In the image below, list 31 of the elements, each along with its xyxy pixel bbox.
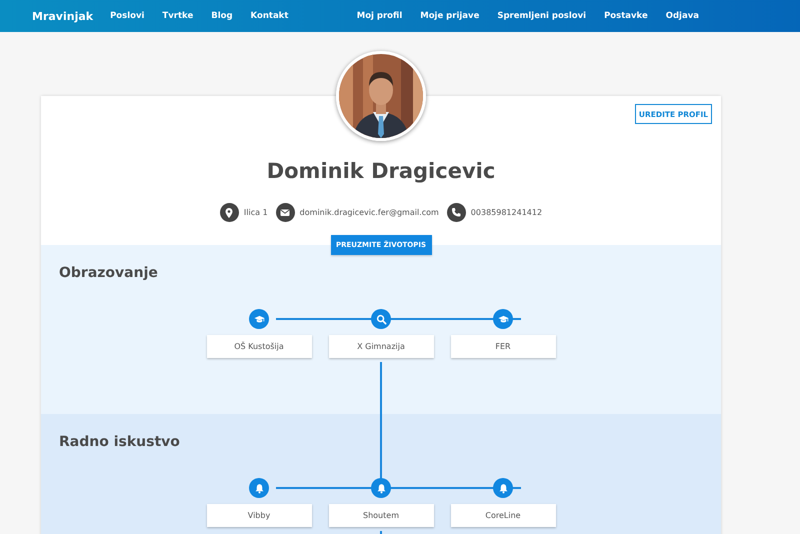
- graduation-cap-badge-icon: [493, 309, 513, 329]
- nav-link[interactable]: Tvrtke: [153, 11, 202, 21]
- nav-link[interactable]: Moj profil: [348, 11, 412, 21]
- brand-link[interactable]: Mravinjak: [32, 10, 94, 22]
- phone-icon: [446, 203, 466, 222]
- contact-text: 00385981241412: [470, 208, 542, 217]
- graduation-cap-badge-icon: [249, 309, 269, 329]
- nav-link[interactable]: Odjava: [656, 11, 708, 21]
- timeline-card[interactable]: OŠ Kustošija: [206, 335, 312, 358]
- timeline-card[interactable]: Vibby: [206, 504, 312, 527]
- nav-link[interactable]: Spremljeni poslovi: [488, 11, 596, 21]
- section-title: Radno iskustvo: [59, 434, 181, 450]
- timeline-card[interactable]: X Gimnazija: [328, 335, 434, 358]
- timeline-card[interactable]: FER: [450, 335, 556, 358]
- search-badge-icon: [371, 309, 391, 329]
- timeline-card[interactable]: CoreLine: [450, 504, 556, 527]
- nav-link[interactable]: Poslovi: [101, 11, 154, 21]
- nav-link[interactable]: Blog: [202, 11, 242, 21]
- location-pin-icon: [220, 203, 239, 222]
- timeline-card[interactable]: Shoutem: [328, 504, 434, 527]
- nav-link[interactable]: Kontakt: [242, 11, 298, 21]
- section-title: Obrazovanje: [59, 265, 159, 281]
- bell-badge-icon: [249, 478, 269, 498]
- contact-text: Ilica 1: [244, 208, 268, 217]
- bell-badge-icon: [371, 478, 391, 498]
- bell-badge-icon: [493, 478, 513, 498]
- profile-name: Dominik Dragicevic: [266, 159, 496, 183]
- nav-link[interactable]: Moje prijave: [411, 11, 488, 21]
- contact-text: dominik.dragicevic.fer@gmail.com: [300, 208, 439, 217]
- envelope-icon: [276, 203, 295, 222]
- nav-link[interactable]: Postavke: [595, 11, 657, 21]
